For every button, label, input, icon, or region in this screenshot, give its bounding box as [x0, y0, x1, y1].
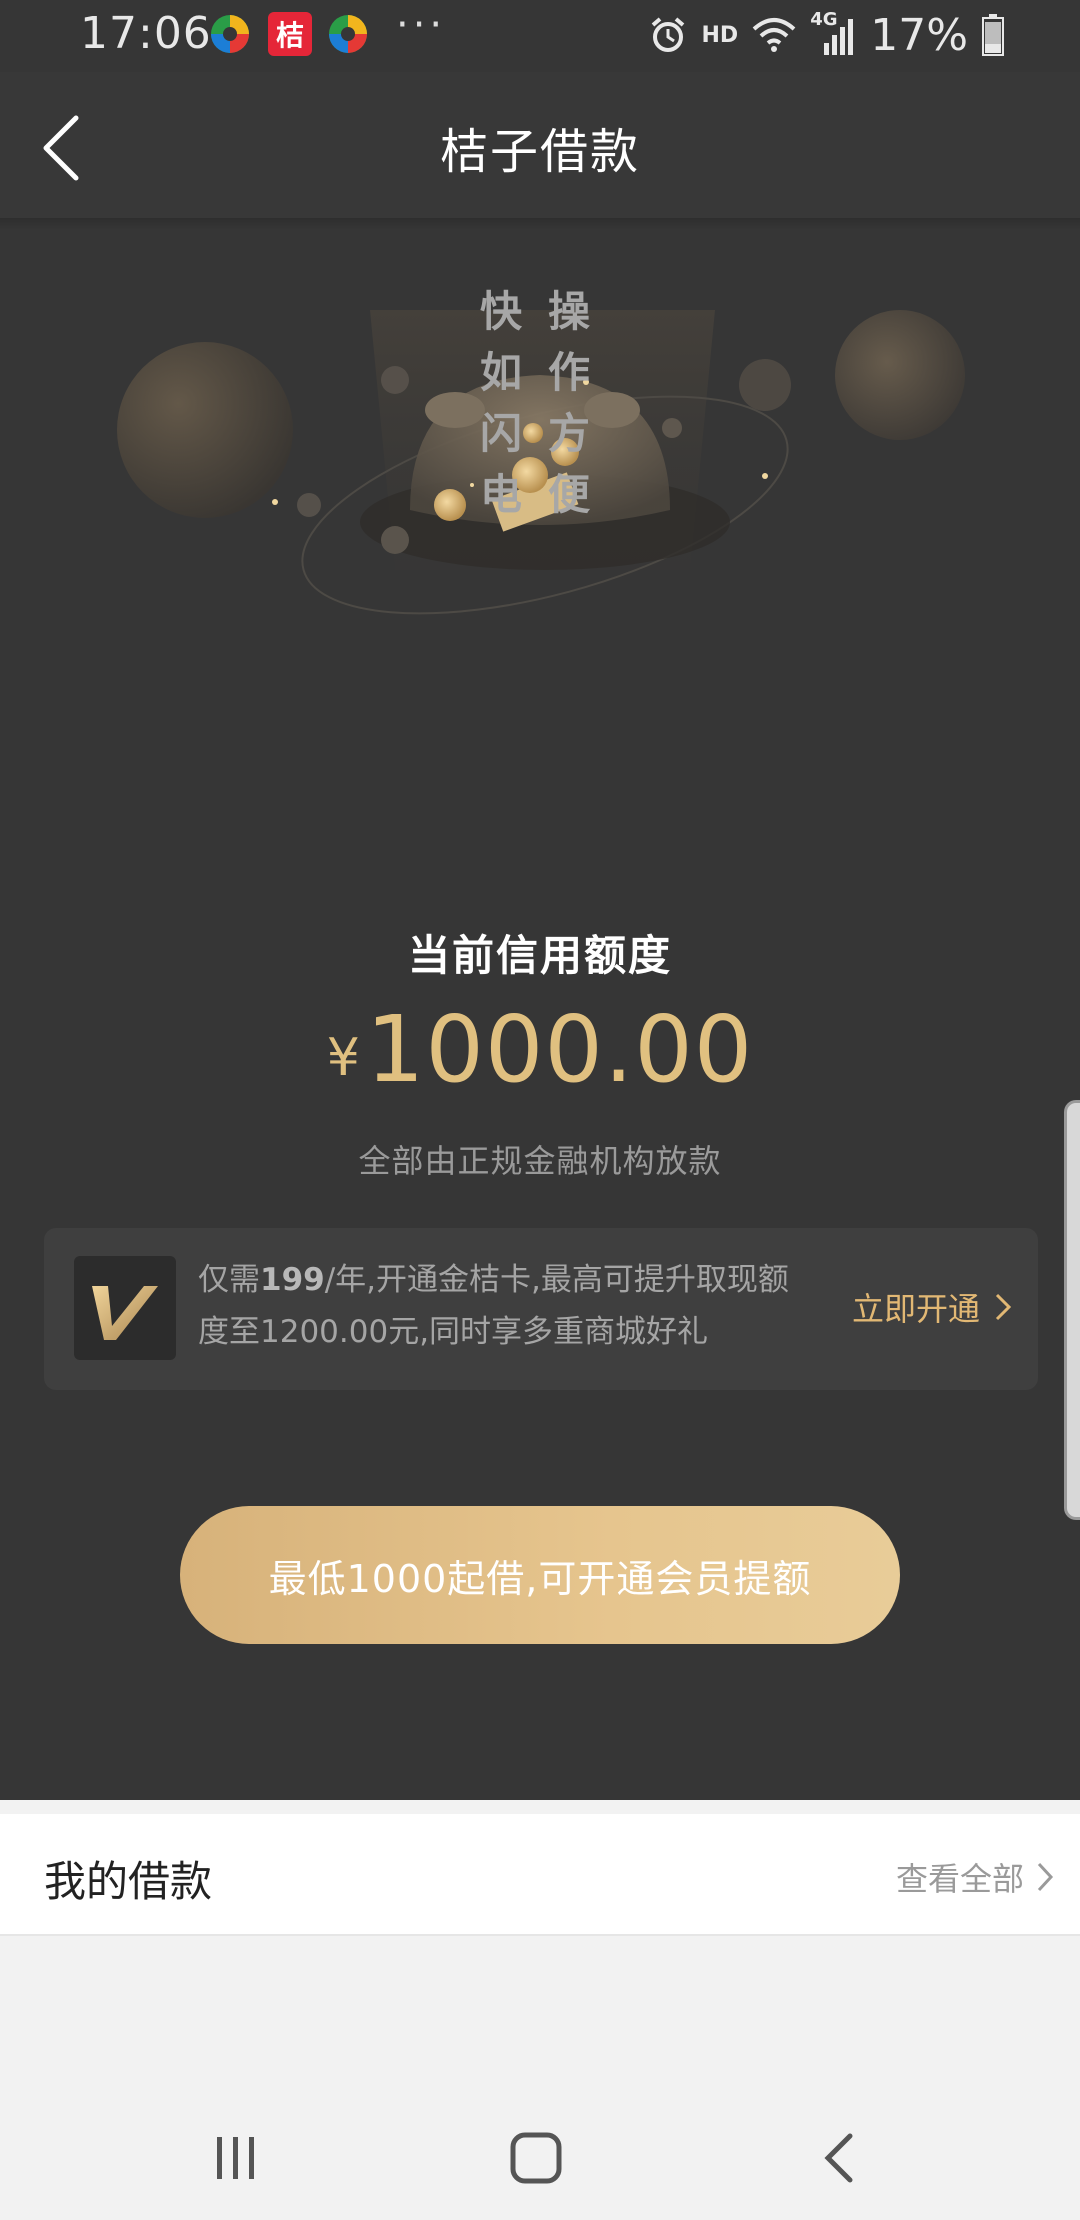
membership-promo-card[interactable]: 仅需199/年,开通金桔卡,最高可提升取现额度至1200.00元,同时享多重商城… — [44, 1228, 1038, 1390]
status-bar: 17:06 桔 ··· HD 4G 17% — [0, 0, 1080, 72]
status-icons: HD 4G 17% — [648, 9, 1004, 61]
battery-icon — [982, 14, 1004, 56]
system-nav-bar — [0, 2090, 1080, 2220]
home-button[interactable] — [496, 2118, 576, 2198]
header-divider — [0, 218, 1080, 230]
membership-price: 199 — [260, 1262, 325, 1298]
alarm-icon — [651, 17, 684, 52]
slogan-left: 快 如 闪 电 — [480, 290, 522, 516]
app-notification-icon-2 — [329, 15, 367, 53]
cell-signal-icon: 4G — [810, 9, 856, 57]
wifi-icon — [752, 18, 796, 52]
app-notification-icon — [211, 15, 249, 53]
battery-percent: 17% — [870, 9, 968, 61]
piggy-bank-illustration — [117, 310, 965, 615]
recent-apps-button[interactable] — [196, 2118, 276, 2198]
borrow-button[interactable]: 最低1000起借,可开通会员提额 — [180, 1506, 900, 1644]
chevron-right-icon — [1037, 1862, 1054, 1892]
back-button[interactable] — [800, 2118, 880, 2198]
my-loans-row[interactable]: 我的借款 查看全部 — [0, 1814, 1080, 1936]
juzi-notification-icon: 桔 — [268, 12, 312, 56]
credit-amount: ¥1000.00 — [0, 996, 1080, 1103]
view-all-label: 查看全部 — [895, 1860, 1024, 1898]
header-bar: 桔子借款 — [0, 72, 1080, 218]
status-time: 17:06 — [80, 8, 212, 59]
my-loans-title: 我的借款 — [44, 1857, 213, 1906]
more-notifications-icon: ··· — [396, 2, 447, 48]
view-all-link[interactable]: 查看全部 — [896, 1854, 1054, 1900]
scroll-handle[interactable] — [1064, 1100, 1080, 1520]
back-icon — [824, 2133, 853, 2183]
hd-indicator: HD — [701, 22, 739, 48]
lender-note: 全部由正规金融机构放款 — [358, 1142, 722, 1180]
app-screen: 17:06 桔 ··· HD 4G 17% 桔子借款 快 如 闪 电 操 作 方… — [0, 0, 1080, 2220]
page-title: 桔子借款 — [439, 124, 640, 180]
credit-amount-value: 1000.00 — [365, 996, 754, 1103]
home-icon — [510, 2132, 562, 2184]
open-membership-label: 立即开通 — [851, 1290, 980, 1328]
slogan-char: 闪 — [480, 409, 523, 458]
currency-symbol: ¥ — [326, 1028, 360, 1088]
slogan-char: 快 — [480, 287, 523, 336]
slogan-char: 如 — [480, 348, 523, 397]
hero-illustration: 快 如 闪 电 操 作 方 便 — [0, 230, 1080, 830]
promo-text-prefix: 仅需 — [198, 1262, 260, 1298]
slogan-char: 操 — [548, 287, 591, 336]
gold-card-logo — [74, 1256, 176, 1360]
credit-limit-title: 当前信用额度 — [407, 931, 672, 980]
open-membership-link[interactable]: 立即开通 — [852, 1284, 1012, 1330]
membership-description: 仅需199/年,开通金桔卡,最高可提升取现额度至1200.00元,同时享多重商城… — [198, 1254, 818, 1358]
recent-apps-icon — [217, 2137, 254, 2179]
slogan-char: 电 — [480, 470, 523, 519]
chevron-right-icon — [995, 1293, 1012, 1321]
slogan-char: 方 — [548, 409, 591, 458]
slogan-right: 操 作 方 便 — [548, 290, 590, 516]
slogan-char: 便 — [548, 470, 591, 519]
slogan-char: 作 — [548, 348, 591, 397]
